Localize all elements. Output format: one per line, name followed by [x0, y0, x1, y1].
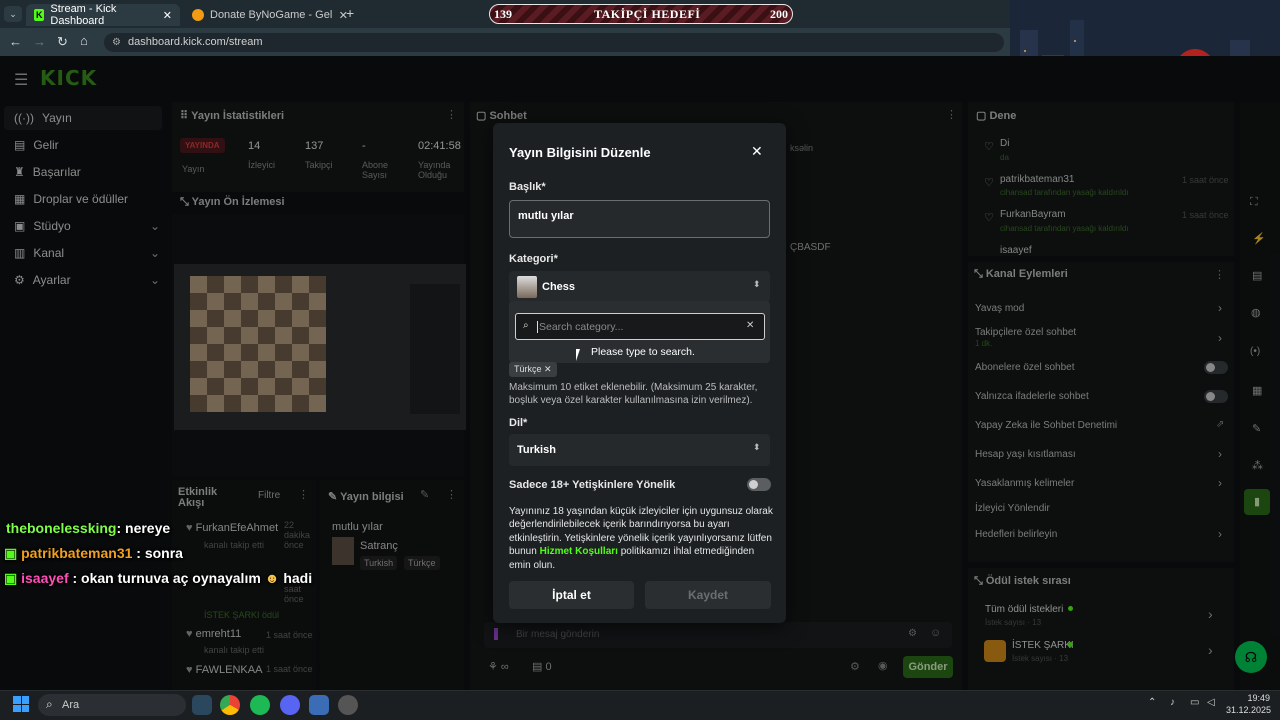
microphone-icon[interactable]: ♪ — [1170, 697, 1175, 708]
edit-stream-info-modal: Yayın Bilgisini Düzenle ✕ Başlık* mutlu … — [493, 123, 786, 623]
category-select[interactable]: Chess ⬍ — [509, 271, 770, 303]
title-label: Başlık* — [509, 181, 546, 193]
overlay-msg: : okan turnuva aç oynayalım — [72, 570, 261, 586]
tab-label: Donate ByNoGame - Gelen/Gid — [210, 9, 332, 21]
overlay-msg: : sonra — [136, 545, 183, 561]
follower-goal-bar: 139 TAKİPÇİ HEDEFİ 200 — [489, 4, 793, 24]
network-icon[interactable]: ▭ — [1190, 697, 1199, 708]
search-placeholder: Search category... — [537, 321, 624, 333]
spotify-icon[interactable] — [250, 695, 270, 715]
kick-badge-icon: ▣ — [4, 570, 18, 586]
category-search-input[interactable]: ⌕ Search category... ✕ — [515, 313, 765, 340]
windows-start-icon[interactable] — [13, 696, 29, 712]
language-value: Turkish — [517, 444, 556, 456]
obs-icon[interactable] — [338, 695, 358, 715]
close-tab-icon[interactable]: ✕ — [163, 9, 172, 22]
kick-favicon-icon: K — [34, 9, 45, 21]
goal-target: 200 — [770, 7, 788, 21]
tab-bynogame[interactable]: Donate ByNoGame - Gelen/Gid ✕ — [184, 4, 356, 26]
search-hint: Please type to search. — [591, 346, 695, 358]
overlay-user: patrikbateman31 — [21, 545, 133, 561]
reload-icon[interactable]: ↻ — [57, 34, 68, 50]
clear-search-icon[interactable]: ✕ — [746, 320, 754, 331]
back-arrow-icon[interactable]: ← — [9, 34, 22, 49]
overlay-msg: hadi — [283, 570, 313, 586]
speaker-icon[interactable]: ◁ — [1207, 697, 1215, 708]
url-field[interactable]: ⚙ dashboard.kick.com/stream — [104, 33, 1004, 52]
cancel-button[interactable]: İptal et — [509, 581, 634, 609]
goal-current: 139 — [494, 7, 512, 21]
kick-badge-icon: ▣ — [4, 545, 18, 561]
language-label: Dil* — [509, 417, 528, 429]
adult-description: Yayınınız 18 yaşından küçük izleyiciler … — [509, 505, 773, 572]
clock-date[interactable]: 31.12.2025 — [1226, 705, 1271, 715]
remove-tag-icon: ✕ — [544, 364, 552, 374]
chess-thumbnail — [517, 276, 537, 298]
tag-help-text: Maksimum 10 etiket eklenebilir. (Maksimu… — [509, 382, 758, 406]
overlay-chat-line: ▣ patrikbateman31 : sonra — [4, 545, 183, 562]
url-text: dashboard.kick.com/stream — [128, 36, 263, 48]
search-label: Ara — [62, 699, 80, 711]
mouse-cursor-icon — [576, 349, 580, 361]
title-input-value: mutlu yılar — [518, 210, 574, 222]
language-select[interactable]: Turkish ⬍ — [509, 434, 770, 466]
close-icon[interactable]: ✕ — [751, 143, 763, 160]
overlay-user: thebonelessking — [6, 520, 117, 536]
updown-chevron-icon: ⬍ — [753, 442, 761, 452]
tab-kick-dashboard[interactable]: K Stream - Kick Dashboard ✕ — [26, 3, 180, 27]
search-icon: ⌕ — [523, 320, 529, 331]
tab-label: Stream - Kick Dashboard — [50, 3, 117, 27]
tray-chevron-up-icon[interactable]: ⌃ — [1148, 697, 1156, 708]
new-tab-plus-icon[interactable]: + — [346, 5, 354, 21]
category-label: Kategori* — [509, 253, 558, 265]
category-value: Chess — [542, 281, 576, 293]
overlay-chat-line: thebonelessking: nereye — [6, 520, 170, 536]
goal-label: TAKİPÇİ HEDEFİ — [594, 7, 701, 21]
taskbar-search[interactable]: ⌕ Ara — [38, 694, 186, 716]
title-input[interactable]: mutlu yılar — [509, 200, 770, 238]
home-icon[interactable]: ⌂ — [80, 33, 88, 48]
search-icon: ⌕ — [46, 697, 53, 711]
tab-list-chevron-icon[interactable]: ⌄ — [4, 6, 22, 22]
tag-chip-turkce[interactable]: Türkçe ✕ — [509, 362, 557, 377]
adult-label: Sadece 18+ Yetişkinlere Yönelik — [509, 479, 676, 491]
discord-icon[interactable] — [280, 695, 300, 715]
terms-link[interactable]: Hizmet Koşulları — [540, 546, 618, 557]
adult-toggle[interactable] — [747, 478, 771, 491]
bynogame-favicon-icon — [192, 9, 204, 21]
overlay-chat-line: ▣ isaayef : okan turnuva aç oynayalım ☻ … — [4, 570, 312, 587]
site-info-icon[interactable]: ⚙ — [112, 33, 121, 52]
steam-icon[interactable] — [192, 695, 212, 715]
app-icon[interactable] — [309, 695, 329, 715]
save-button[interactable]: Kaydet — [645, 581, 771, 609]
emoji-icon: ☻ — [264, 570, 280, 586]
overlay-user: isaayef — [21, 570, 69, 586]
clock-time[interactable]: 19:49 — [1238, 693, 1270, 703]
chrome-icon[interactable] — [220, 695, 240, 715]
updown-chevron-icon: ⬍ — [753, 279, 761, 289]
overlay-msg: : nereye — [116, 520, 171, 536]
modal-title: Yayın Bilgisini Düzenle — [509, 145, 651, 160]
tag-label: Türkçe — [514, 364, 542, 374]
forward-arrow-icon[interactable]: → — [33, 34, 46, 49]
